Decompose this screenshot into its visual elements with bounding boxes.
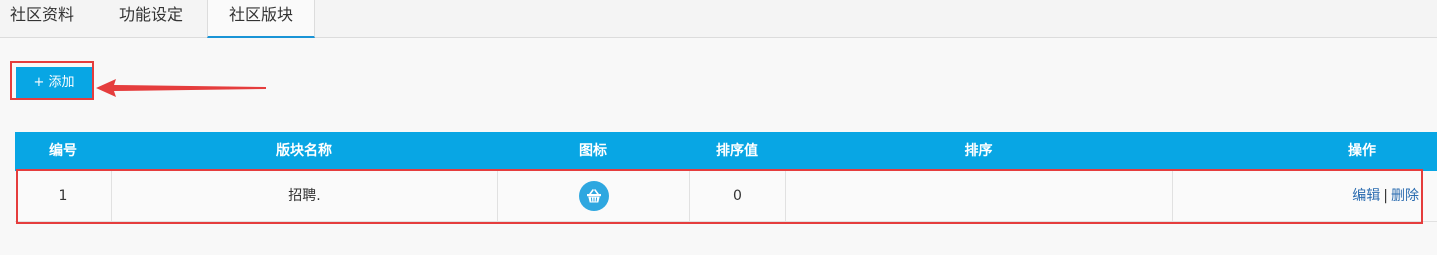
cell-id: 1	[58, 188, 68, 204]
annotation-arrow	[96, 79, 266, 97]
cell-name: 招聘.	[111, 171, 497, 221]
cell-sort	[785, 171, 1172, 221]
table-header: 编号 版块名称 图标 排序值 排序 操作	[15, 132, 1437, 171]
add-button[interactable]: + 添加	[16, 67, 92, 99]
header-name: 版块名称	[276, 143, 332, 159]
tab-feature-settings[interactable]: 功能设定	[97, 0, 205, 37]
header-sort-value: 排序值	[716, 143, 758, 159]
table-row: 1 招聘. 0 编辑 | 删除	[15, 171, 1437, 222]
header-actions: 操作	[1348, 143, 1376, 159]
tab-community-info[interactable]: 社区资料	[0, 0, 84, 37]
tab-bar: 社区资料 功能设定 社区版块	[0, 0, 1437, 38]
header-icon: 图标	[579, 143, 607, 159]
basket-icon	[578, 181, 609, 211]
header-id: 编号	[49, 143, 77, 159]
cell-sort-value: 0	[689, 171, 785, 221]
edit-link[interactable]: 编辑	[1352, 188, 1380, 204]
delete-link[interactable]: 删除	[1391, 188, 1419, 204]
action-separator: |	[1383, 188, 1388, 204]
cell-actions: 编辑 | 删除	[1172, 171, 1437, 221]
tab-community-sections[interactable]: 社区版块	[207, 0, 315, 38]
cell-icon	[497, 171, 689, 221]
header-sort: 排序	[964, 143, 993, 159]
